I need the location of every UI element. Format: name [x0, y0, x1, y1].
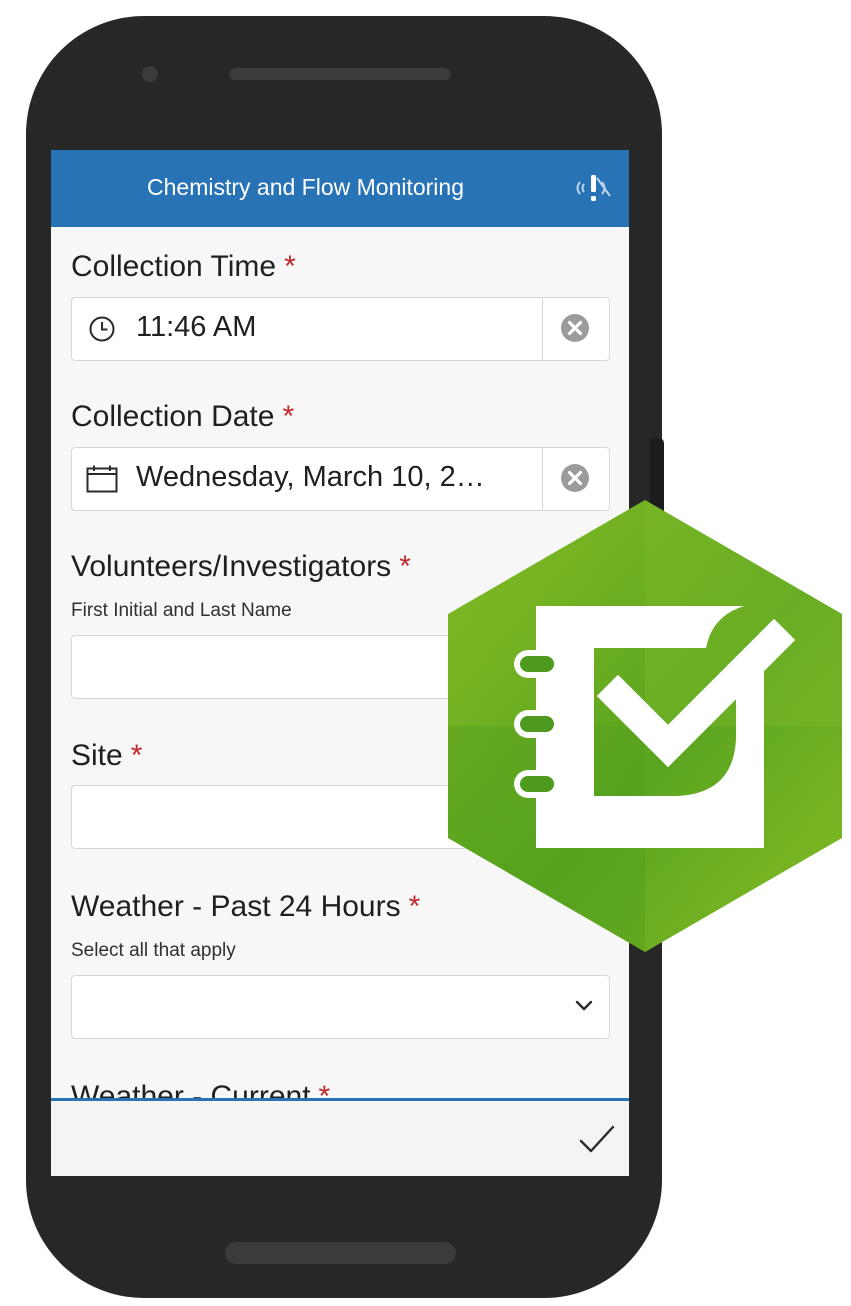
phone-home-bar — [225, 1242, 456, 1264]
collection-time-field[interactable]: 11:46 AM — [71, 297, 610, 361]
phone-camera — [142, 66, 158, 82]
required-marker: * — [318, 1080, 331, 1099]
form-footer — [51, 1101, 629, 1176]
weather-past-label-text: Weather - Past 24 Hours — [71, 890, 401, 923]
weather-current-label: Weather - Current * — [71, 1080, 330, 1099]
chevron-down-icon[interactable] — [575, 998, 593, 1012]
survey-title: Chemistry and Flow Monitoring — [147, 174, 465, 200]
required-marker: * — [399, 550, 411, 583]
clear-icon[interactable] — [560, 463, 590, 493]
collection-time-label: Collection Time * — [71, 250, 296, 284]
signal-warning-icon[interactable] — [573, 168, 613, 208]
phone-speaker — [229, 68, 451, 80]
calendar-icon — [86, 465, 118, 493]
collection-date-value: Wednesday, March 10, 2… — [136, 461, 485, 493]
required-marker: * — [282, 400, 295, 433]
weather-past-hint: Select all that apply — [71, 940, 236, 961]
clock-icon — [89, 316, 115, 342]
checkmark-icon[interactable] — [575, 1119, 619, 1159]
app-header: Chemistry and Flow Monitoring — [51, 150, 629, 227]
collection-time-clear[interactable] — [542, 298, 609, 360]
volunteers-hint: First Initial and Last Name — [71, 600, 292, 621]
weather-current-label-text: Weather - Current — [71, 1080, 311, 1099]
collection-time-value: 11:46 AM — [136, 311, 257, 343]
collection-date-label-text: Collection Date — [71, 400, 275, 433]
volunteers-label: Volunteers/Investigators * — [71, 550, 411, 584]
required-marker: * — [284, 250, 296, 283]
weather-past-select[interactable] — [71, 975, 610, 1039]
volunteers-label-text: Volunteers/Investigators — [71, 550, 392, 583]
weather-past-label: Weather - Past 24 Hours * — [71, 890, 420, 924]
required-marker: * — [408, 890, 421, 923]
required-marker: * — [130, 739, 143, 772]
collection-date-label: Collection Date * — [71, 400, 294, 434]
clear-icon[interactable] — [560, 313, 590, 343]
collection-time-label-text: Collection Time — [71, 250, 277, 283]
site-label-text: Site — [71, 739, 123, 772]
site-label: Site * — [71, 739, 142, 773]
survey123-logo — [448, 500, 842, 952]
